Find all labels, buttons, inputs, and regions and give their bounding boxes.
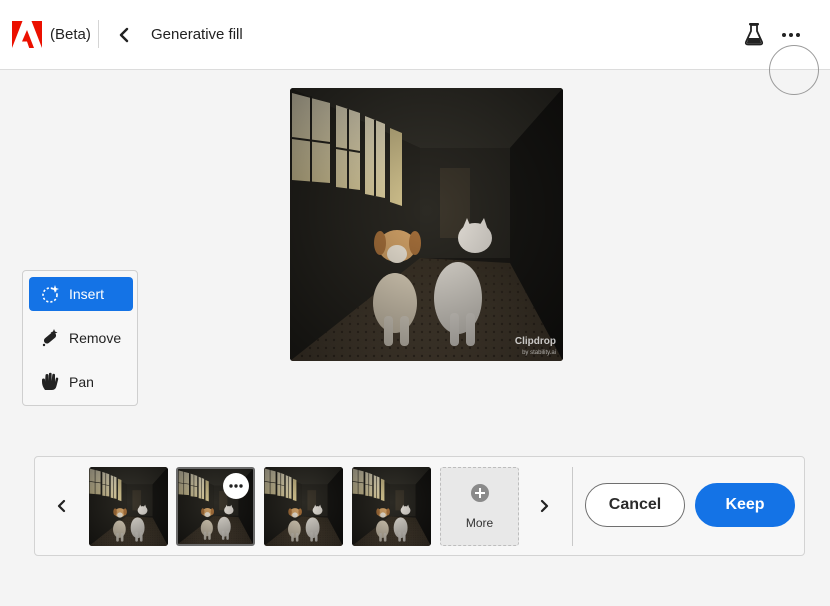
variation-thumb-4[interactable] <box>352 467 431 546</box>
thumb-more-icon[interactable] <box>223 473 249 499</box>
generated-image: Clipdrop by stability.ai <box>290 88 563 361</box>
beta-label: (Beta) <box>50 26 91 43</box>
tool-remove-label: Remove <box>69 330 122 346</box>
tool-pan[interactable]: Pan <box>29 365 133 399</box>
back-chevron-icon[interactable] <box>116 25 134 45</box>
pan-icon <box>39 371 61 393</box>
tool-insert[interactable]: Insert <box>29 277 133 311</box>
bar-divider <box>572 467 573 546</box>
thumb-image <box>89 467 168 546</box>
more-variations-button[interactable]: More <box>440 467 519 546</box>
plus-circle-icon <box>471 484 489 502</box>
remove-icon <box>39 327 61 349</box>
tool-remove[interactable]: Remove <box>29 321 133 355</box>
more-options-icon[interactable] <box>780 25 802 45</box>
header-divider <box>98 20 99 48</box>
more-label: More <box>465 516 494 530</box>
thumb-image <box>264 467 343 546</box>
adobe-logo-icon <box>12 21 42 48</box>
watermark-subtext: by stability.ai <box>522 350 556 356</box>
tool-pan-label: Pan <box>69 374 94 390</box>
image-artwork <box>290 88 563 361</box>
keep-button[interactable]: Keep <box>695 483 795 527</box>
thumb-image <box>352 467 431 546</box>
watermark-text: Clipdrop <box>514 336 556 347</box>
page-title: Generative fill <box>151 26 243 43</box>
tool-insert-label: Insert <box>69 286 105 302</box>
variation-thumb-2[interactable] <box>176 467 255 546</box>
tool-panel: Insert Remove Pan <box>22 270 138 406</box>
insert-icon <box>39 283 61 305</box>
variation-thumb-1[interactable] <box>89 467 168 546</box>
profile-circle[interactable] <box>769 45 819 95</box>
prev-arrow-icon[interactable] <box>55 497 69 515</box>
app-header: (Beta) Generative fill <box>0 0 830 70</box>
cancel-button[interactable]: Cancel <box>585 483 685 527</box>
variation-thumb-3[interactable] <box>264 467 343 546</box>
flask-icon[interactable] <box>744 22 764 46</box>
variations-bar: More Cancel Keep <box>34 456 805 556</box>
next-arrow-icon[interactable] <box>537 497 551 515</box>
